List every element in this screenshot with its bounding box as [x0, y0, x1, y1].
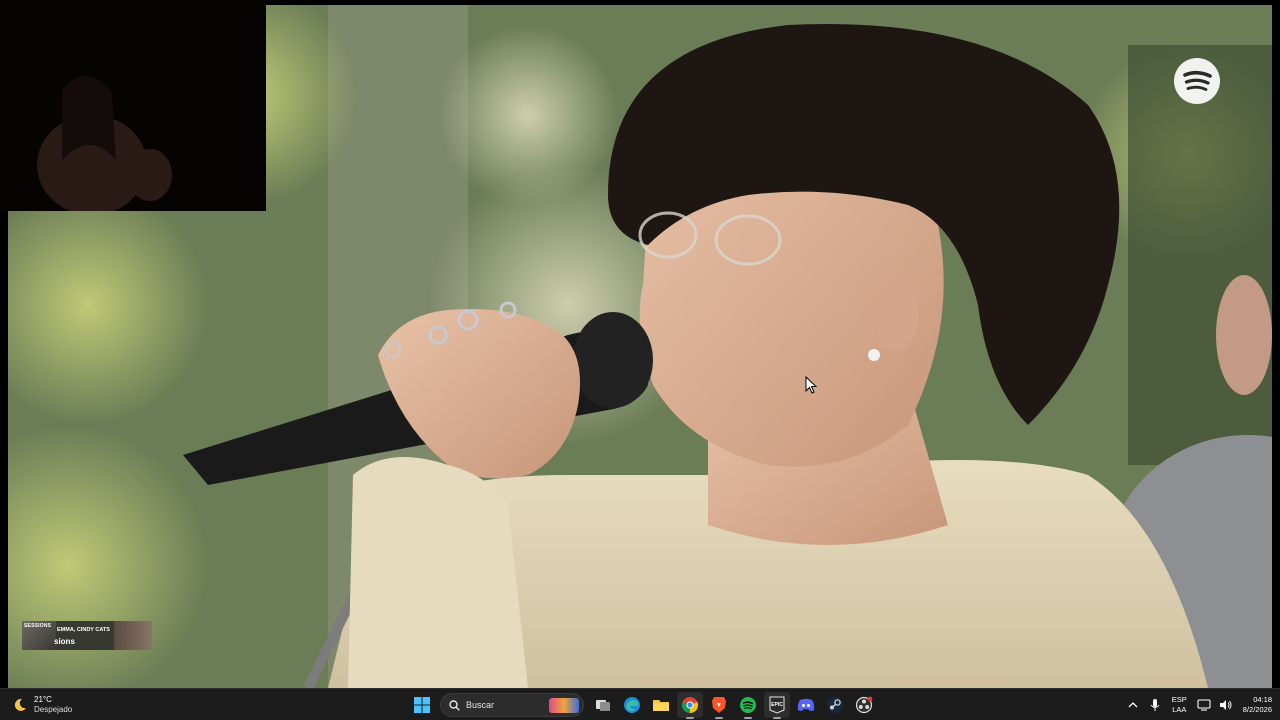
search-icon: [449, 699, 460, 711]
weather-temperature: 21°C: [34, 695, 52, 704]
steam-button[interactable]: [822, 692, 848, 718]
edge-button[interactable]: [619, 692, 645, 718]
moon-icon: [14, 698, 26, 711]
obs-icon: [855, 696, 872, 714]
taskbar-search[interactable]: Buscar: [440, 693, 584, 717]
webcam-overlay: [0, 0, 266, 211]
search-placeholder: Buscar: [466, 700, 495, 710]
now-playing-widget[interactable]: SESSIONS EMMA, CINDY CATS sions: [22, 621, 152, 650]
now-playing-thumbnail: [114, 621, 152, 650]
volume-button[interactable]: [1217, 696, 1235, 714]
discord-icon: [797, 698, 814, 711]
clock-date: 8/2/2026: [1242, 705, 1272, 714]
now-playing-title: sions: [54, 637, 75, 646]
now-playing-artist: EMMA, CINDY CATS: [57, 627, 110, 633]
brave-icon: [711, 697, 726, 713]
windows-start-button[interactable]: [409, 692, 435, 718]
mouse-cursor-icon: [805, 375, 818, 394]
microphone-button[interactable]: [1146, 696, 1164, 714]
taskbar-apps: Buscar EPIC: [407, 692, 878, 719]
spotify-button[interactable]: [735, 692, 761, 719]
chrome-button[interactable]: [676, 692, 703, 719]
speaker-icon: [1219, 700, 1232, 710]
discord-button[interactable]: [793, 692, 819, 718]
clock[interactable]: 04:18 8/2/2026: [1243, 695, 1272, 715]
spotify-logo-icon: [1173, 57, 1221, 105]
clock-time: 04:18: [1253, 695, 1272, 704]
steam-icon: [826, 697, 843, 713]
show-hidden-icons-button[interactable]: [1124, 696, 1142, 714]
language-code: ESP: [1171, 695, 1187, 704]
edge-icon: [623, 697, 640, 713]
file-explorer-button[interactable]: [648, 692, 674, 718]
weather-condition: Despejado: [34, 705, 73, 714]
desktop-screen: SESSIONS EMMA, CINDY CATS sions 21°C Des…: [0, 0, 1280, 720]
album-art: SESSIONS: [22, 621, 56, 650]
task-view-icon: [595, 700, 610, 711]
epic-games-button[interactable]: EPIC: [763, 692, 790, 719]
search-highlight-image: [549, 698, 579, 713]
spotify-icon: [739, 697, 756, 713]
webcam-feed: [0, 0, 266, 211]
chevron-up-icon: [1128, 702, 1138, 708]
obs-button[interactable]: [851, 692, 877, 718]
network-button[interactable]: [1195, 696, 1213, 714]
input-language[interactable]: ESP LAA: [1172, 695, 1187, 715]
microphone-icon: [1150, 699, 1160, 711]
sessions-badge: SESSIONS: [24, 623, 52, 629]
task-view-button[interactable]: [590, 692, 616, 718]
keyboard-layout: LAA: [1172, 705, 1187, 714]
svg-text:EPIC: EPIC: [771, 702, 783, 708]
brave-button[interactable]: [706, 692, 732, 719]
windows-start-icon: [413, 697, 430, 713]
epic-games-icon: EPIC: [769, 696, 784, 714]
system-tray: ESP LAA 04:18 8/2/2026: [1122, 692, 1272, 718]
monitor-network-icon: [1197, 699, 1211, 711]
file-explorer-icon: [652, 700, 669, 711]
chrome-icon: [681, 697, 698, 714]
taskbar: 21°C Despejado Buscar EPIC ESP LAA 04:18…: [0, 688, 1280, 720]
weather-widget[interactable]: 21°C Despejado: [12, 693, 72, 717]
